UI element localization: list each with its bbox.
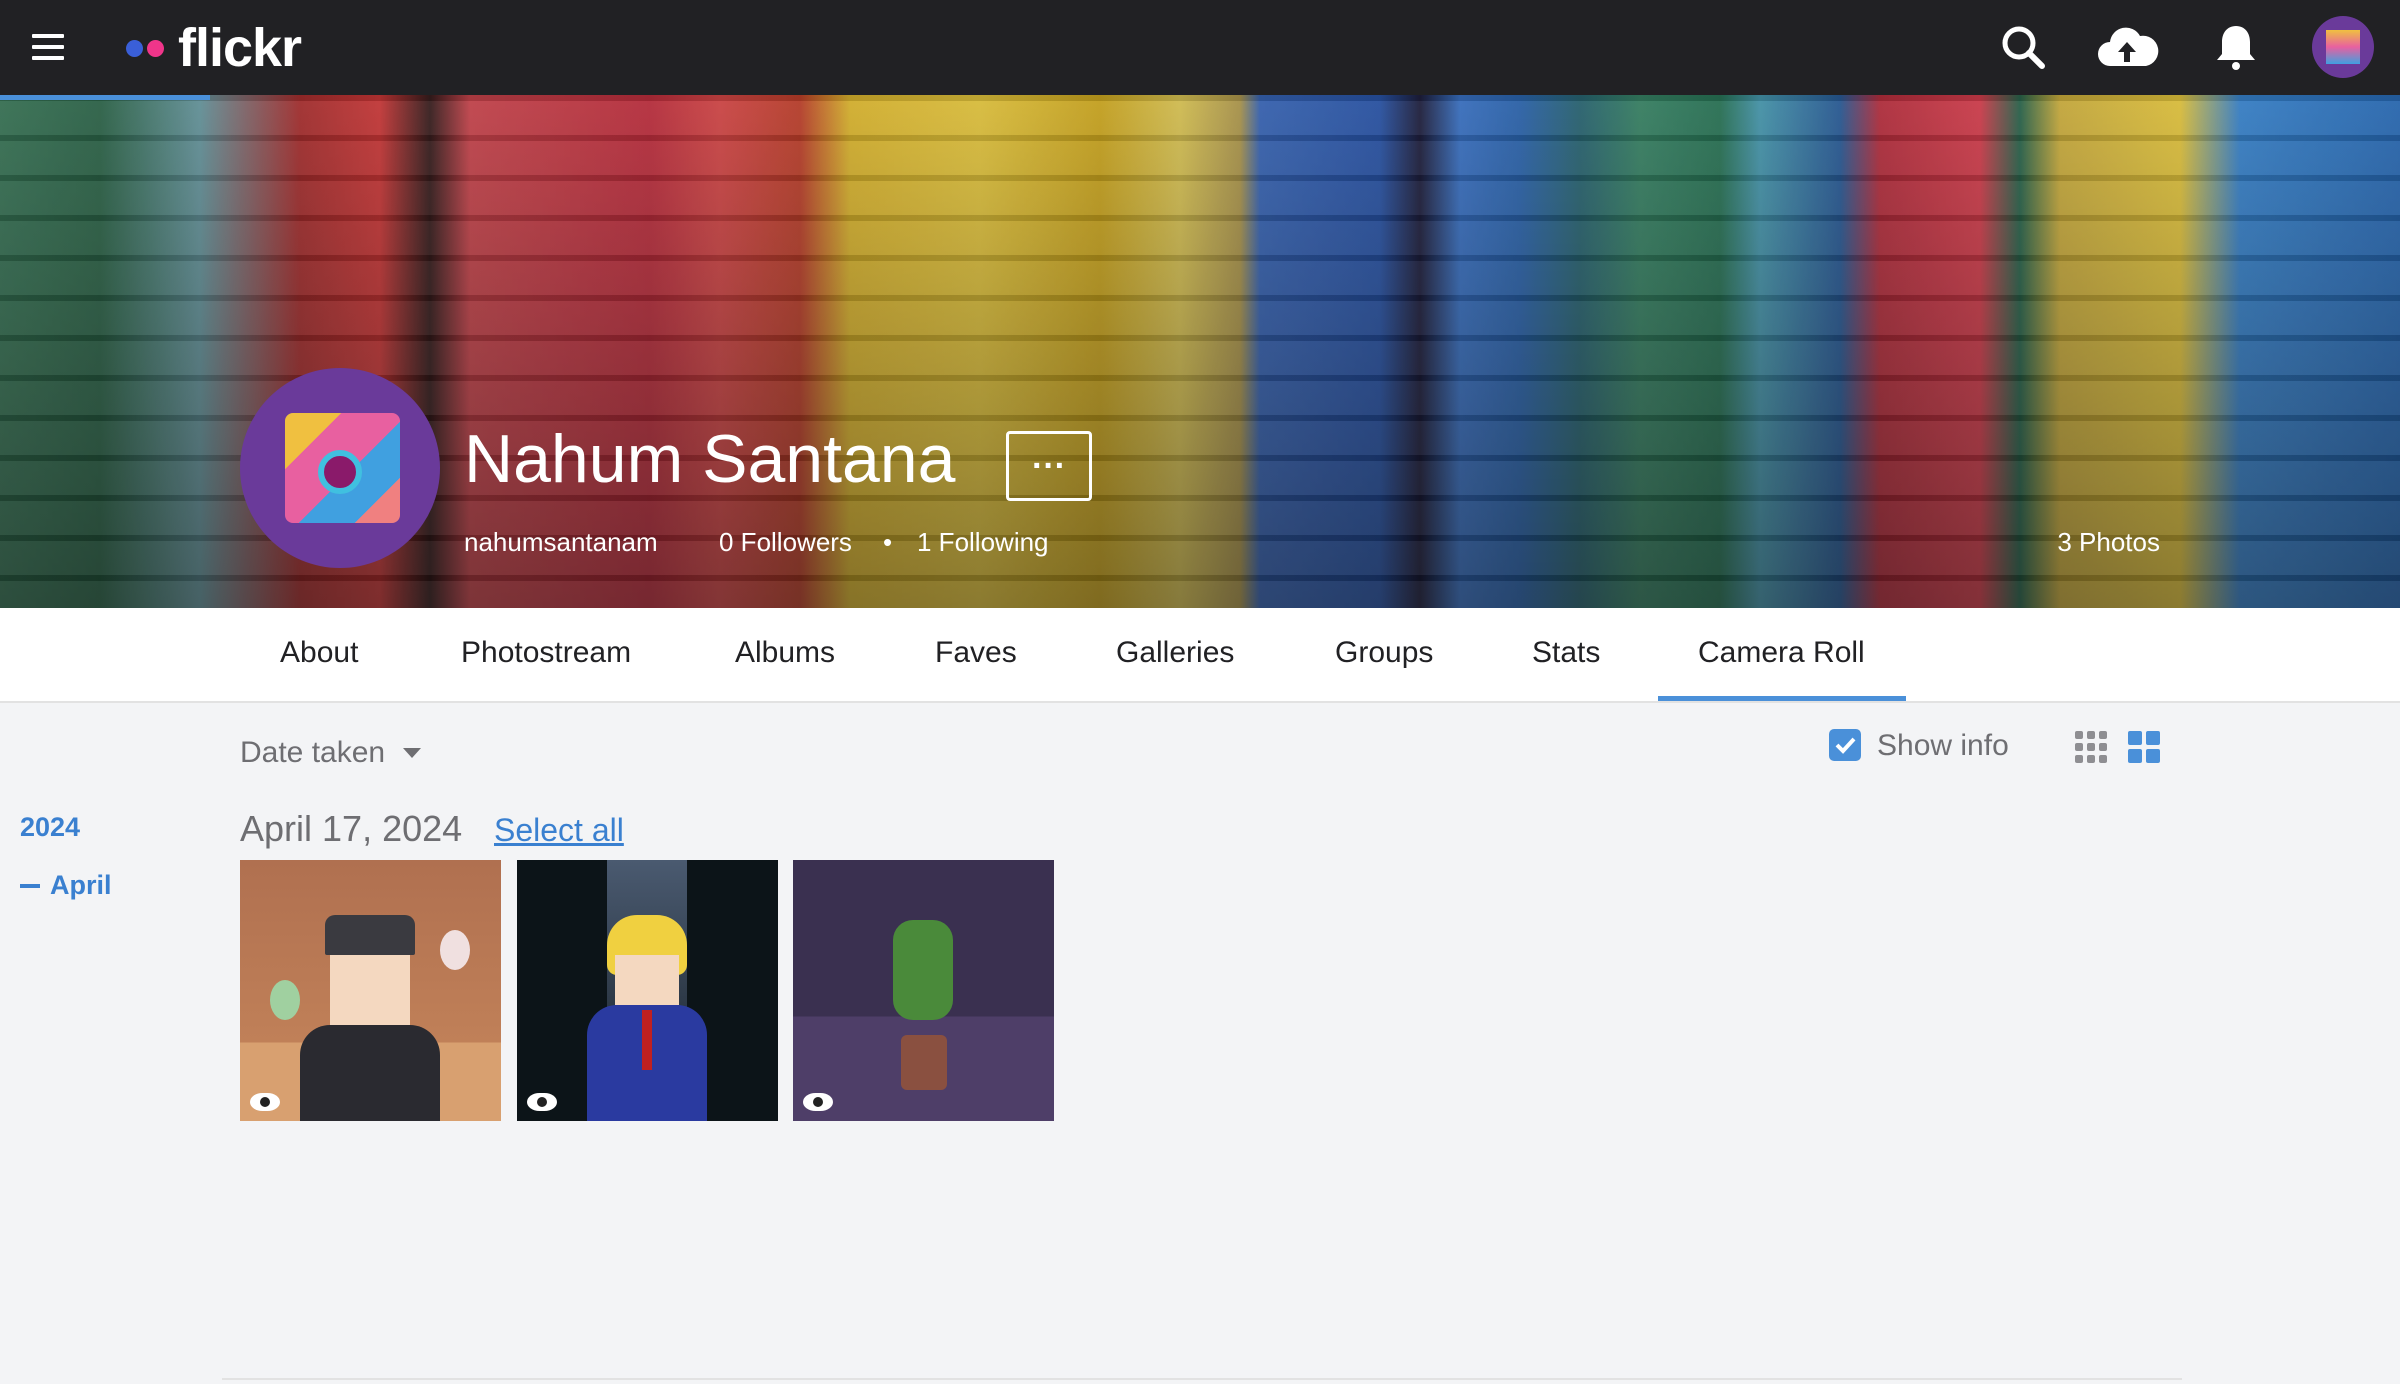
tab-stats[interactable]: Stats — [1532, 636, 1600, 670]
large-grid-view-icon[interactable] — [2128, 731, 2160, 763]
show-info-label[interactable]: Show info — [1877, 729, 2009, 763]
more-options-button[interactable]: ··· — [1006, 431, 1092, 501]
footer-divider — [222, 1378, 2182, 1380]
photo-thumbnail[interactable] — [517, 860, 778, 1121]
tab-camera-roll[interactable]: Camera Roll — [1698, 636, 1865, 670]
username: nahumsantanam — [464, 527, 658, 557]
show-info-checkbox[interactable] — [1829, 729, 1861, 761]
eye-icon — [803, 1093, 833, 1111]
photo-thumbnail[interactable] — [240, 860, 501, 1121]
tab-albums[interactable]: Albums — [735, 636, 835, 670]
tab-photostream[interactable]: Photostream — [461, 636, 631, 670]
avatar[interactable] — [2312, 16, 2374, 78]
logo-dot-blue — [126, 39, 143, 57]
top-bar: flickr — [0, 0, 2400, 95]
small-grid-view-icon[interactable] — [2075, 731, 2107, 763]
timeline-month[interactable]: April — [20, 870, 112, 901]
eye-icon — [250, 1093, 280, 1111]
sort-label: Date taken — [240, 736, 386, 769]
upload-cloud-icon[interactable] — [2094, 22, 2160, 74]
tab-faves[interactable]: Faves — [935, 636, 1017, 670]
photo-thumbnail[interactable] — [793, 860, 1054, 1121]
separator-dot: • — [883, 527, 893, 557]
profile-tabs: About Photostream Albums Faves Galleries… — [0, 608, 2400, 703]
search-icon[interactable] — [1998, 22, 2050, 74]
checkmark-icon — [1835, 737, 1856, 754]
select-all-link[interactable]: Select all — [494, 812, 624, 849]
profile-name: Nahum Santana — [464, 421, 956, 497]
photo-count: 3 Photos — [2057, 527, 2160, 557]
logo-text: flickr — [178, 18, 302, 78]
timeline-month-label: April — [50, 870, 112, 900]
menu-icon[interactable] — [32, 34, 64, 60]
tab-galleries[interactable]: Galleries — [1116, 636, 1234, 670]
timeline-year[interactable]: 2024 — [20, 812, 80, 843]
section-date: April 17, 2024 — [240, 808, 463, 849]
active-tab-indicator — [1658, 696, 1906, 701]
dash-icon — [20, 883, 40, 888]
flickr-logo[interactable]: flickr — [126, 18, 302, 78]
tab-about[interactable]: About — [280, 636, 358, 670]
sort-dropdown[interactable]: Date taken — [240, 736, 422, 770]
loading-bar — [0, 95, 210, 100]
following-link[interactable]: 1 Following — [917, 527, 1049, 558]
tab-groups[interactable]: Groups — [1335, 636, 1433, 670]
logo-dot-pink — [147, 39, 164, 57]
followers-link[interactable]: 0 Followers — [719, 527, 852, 558]
bell-icon[interactable] — [2210, 22, 2262, 74]
eye-icon — [527, 1093, 557, 1111]
caret-down-icon — [403, 748, 422, 758]
profile-avatar — [240, 368, 440, 568]
